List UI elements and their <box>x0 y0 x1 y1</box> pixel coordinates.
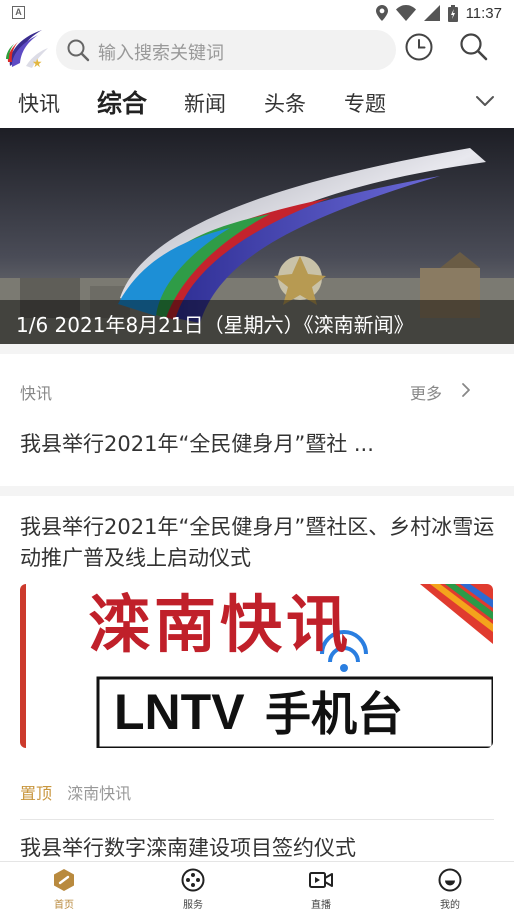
article-divider <box>20 819 494 820</box>
ribbon-logo-icon[interactable] <box>2 26 50 74</box>
more-link[interactable]: 更多 <box>410 380 442 404</box>
bottom-navigation: 首页 服务 直播 我的 <box>0 861 514 914</box>
nav-service-label: 服务 <box>183 900 203 911</box>
nav-profile-label: 我的 <box>440 900 460 911</box>
nav-live-label: 直播 <box>311 900 331 911</box>
search-button-icon[interactable] <box>458 31 490 63</box>
chevron-right-icon[interactable] <box>460 382 472 398</box>
nav-live[interactable]: 直播 <box>276 862 366 914</box>
category-tabs: 快讯 综合 新闻 头条 专题 <box>0 80 514 124</box>
nav-profile[interactable]: 我的 <box>405 862 495 914</box>
article-cover-image[interactable]: 滦南快讯 LNTV 手机台 <box>20 584 493 748</box>
banner-caption-bar: 1/6 2021年8月21日（星期六）《滦南新闻》 <box>0 300 514 344</box>
service-icon <box>181 868 205 892</box>
article-source: 滦南快讯 <box>67 784 132 803</box>
clock-icon[interactable] <box>404 32 434 62</box>
search-placeholder: 输入搜索关键词 <box>98 43 224 64</box>
flash-news-item[interactable]: 我县举行2021年“全民健身月”暨社 ... <box>20 428 374 458</box>
banner-caption: 1/6 2021年8月21日（星期六）《滦南新闻》 <box>16 313 414 337</box>
tab-kuaixun[interactable]: 快讯 <box>18 88 60 118</box>
profile-icon <box>438 868 462 892</box>
cover-title: 滦南快讯 <box>88 588 353 661</box>
cover-subtitle-letters: LNTV <box>114 684 245 740</box>
section-divider <box>0 486 514 496</box>
section-divider <box>0 344 514 354</box>
home-icon <box>54 869 74 891</box>
chevron-down-icon[interactable] <box>474 90 496 112</box>
search-icon <box>67 39 90 62</box>
tab-toutiao[interactable]: 头条 <box>264 88 306 118</box>
search-input[interactable]: 输入搜索关键词 <box>56 30 396 70</box>
pinned-badge: 置顶 <box>20 784 53 803</box>
flash-news-label: 快讯 <box>20 384 53 403</box>
flash-news-header: 快讯 更多 <box>0 362 514 412</box>
nav-service[interactable]: 服务 <box>148 862 238 914</box>
wifi-icon <box>395 5 416 21</box>
tab-xinwen[interactable]: 新闻 <box>184 88 226 118</box>
battery-icon <box>447 4 458 22</box>
tab-zhuanti[interactable]: 专题 <box>344 88 386 118</box>
status-time: 11:37 <box>465 4 502 22</box>
status-icons: 11:37 <box>375 3 502 23</box>
cover-subtitle-rest: 手机台 <box>265 687 403 741</box>
app-header: 输入搜索关键词 <box>0 26 514 74</box>
article-title-2[interactable]: 我县举行数字滦南建设项目签约仪式 <box>20 832 356 862</box>
article-meta: 置顶 滦南快讯 <box>20 780 131 804</box>
tab-zonghe[interactable]: 综合 <box>97 84 147 120</box>
signal-icon <box>423 5 440 21</box>
app-notification-icon: A <box>12 6 25 19</box>
live-video-icon <box>309 872 333 888</box>
banner-carousel[interactable]: 1/6 2021年8月21日（星期六）《滦南新闻》 <box>0 128 514 344</box>
status-bar: A 11:37 <box>0 0 514 26</box>
article-title[interactable]: 我县举行2021年“全民健身月”暨社区、乡村冰雪运动推广普及线上启动仪式 <box>20 512 496 574</box>
nav-home-label: 首页 <box>54 900 74 911</box>
location-icon <box>375 5 388 21</box>
nav-home[interactable]: 首页 <box>19 862 109 914</box>
